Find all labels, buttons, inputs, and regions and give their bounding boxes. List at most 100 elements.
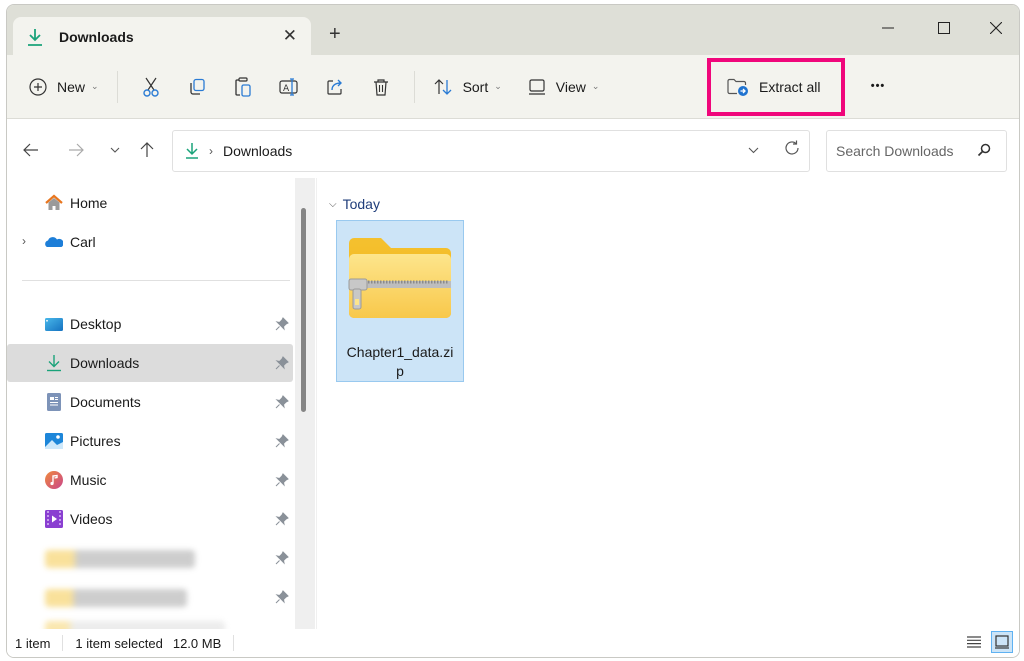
more-options-button[interactable]: ••• bbox=[863, 71, 893, 101]
address-bar[interactable]: › Downloads bbox=[172, 130, 810, 172]
sidebar-item-pictures[interactable]: Pictures bbox=[7, 422, 293, 460]
details-view-button[interactable] bbox=[963, 631, 985, 653]
tab-title: Downloads bbox=[59, 29, 134, 45]
item-count: 1 item bbox=[15, 635, 51, 651]
search-button[interactable] bbox=[977, 143, 991, 160]
tab-downloads[interactable]: Downloads ✕ bbox=[13, 17, 311, 57]
sidebar-divider bbox=[22, 280, 290, 281]
navigation-bar: › Downloads bbox=[7, 120, 1019, 178]
download-icon bbox=[28, 29, 42, 46]
chevron-right-icon[interactable]: › bbox=[22, 234, 26, 248]
cut-icon bbox=[142, 77, 159, 97]
sidebar-item-downloads[interactable]: Downloads bbox=[7, 344, 293, 382]
back-button[interactable] bbox=[19, 138, 43, 162]
group-header-today[interactable]: ⌵ Today bbox=[329, 196, 380, 212]
pin-icon[interactable] bbox=[275, 395, 289, 409]
zip-folder-icon bbox=[348, 238, 451, 318]
pin-icon[interactable] bbox=[275, 434, 289, 448]
sidebar-item-music[interactable]: Music bbox=[7, 461, 293, 499]
search-icon bbox=[977, 143, 991, 156]
sidebar-item-redacted[interactable] bbox=[7, 578, 293, 616]
sort-button[interactable]: Sort ⌄ bbox=[425, 68, 510, 106]
search-box[interactable] bbox=[826, 130, 1007, 172]
breadcrumb-downloads[interactable]: Downloads bbox=[223, 143, 292, 159]
chevron-down-icon: ⌄ bbox=[91, 81, 99, 91]
plus-circle-icon bbox=[29, 77, 47, 96]
minimize-icon bbox=[882, 27, 894, 29]
file-name: Chapter1_data.zip bbox=[346, 344, 454, 379]
pin-icon[interactable] bbox=[275, 473, 289, 487]
minimize-button[interactable] bbox=[865, 13, 911, 43]
sidebar-item-documents[interactable]: Documents bbox=[7, 383, 293, 421]
pictures-icon bbox=[45, 433, 63, 449]
sidebar-item-label: Documents bbox=[70, 394, 141, 410]
tiles-view-icon bbox=[995, 635, 1009, 649]
toolbar-divider bbox=[116, 70, 118, 103]
address-history-button[interactable] bbox=[748, 143, 759, 157]
arrow-left-icon bbox=[23, 143, 38, 157]
download-icon bbox=[186, 143, 198, 159]
file-explorer-window: Downloads ✕ + New ⌄ A Sort ⌄ View ⌄ Extr… bbox=[6, 4, 1020, 658]
close-tab-button[interactable]: ✕ bbox=[283, 26, 297, 46]
chevron-down-icon bbox=[748, 147, 759, 154]
music-icon bbox=[45, 471, 63, 489]
breadcrumb-separator-icon: › bbox=[209, 144, 213, 158]
onedrive-cloud-icon bbox=[45, 237, 63, 247]
pin-icon[interactable] bbox=[275, 512, 289, 526]
copy-button[interactable] bbox=[174, 68, 220, 106]
more-icon: ••• bbox=[870, 80, 886, 92]
sidebar-item-label: Home bbox=[70, 195, 108, 211]
file-item[interactable]: Chapter1_data.zip bbox=[336, 220, 464, 382]
status-divider bbox=[62, 635, 64, 651]
recent-locations-button[interactable] bbox=[103, 138, 127, 162]
home-icon bbox=[45, 194, 63, 210]
maximize-button[interactable] bbox=[921, 13, 967, 43]
scrollbar-thumb[interactable] bbox=[301, 208, 306, 412]
maximize-icon bbox=[938, 22, 950, 34]
paste-button[interactable] bbox=[220, 68, 266, 106]
sort-label: Sort bbox=[462, 78, 489, 95]
desktop-icon bbox=[45, 318, 63, 331]
view-button[interactable]: View ⌄ bbox=[520, 68, 608, 106]
sort-icon bbox=[434, 78, 452, 95]
extract-all-button[interactable]: Extract all bbox=[707, 58, 845, 116]
refresh-button[interactable] bbox=[783, 139, 801, 160]
copy-icon bbox=[189, 78, 205, 95]
up-button[interactable] bbox=[135, 138, 159, 162]
delete-button[interactable] bbox=[358, 68, 404, 106]
pin-icon[interactable] bbox=[275, 317, 289, 331]
search-input[interactable] bbox=[836, 143, 971, 159]
chevron-down-icon: ⌄ bbox=[591, 81, 600, 91]
close-icon bbox=[990, 22, 1002, 34]
sidebar-item-label: Music bbox=[70, 472, 107, 488]
toolbar-divider bbox=[413, 70, 415, 103]
redacted-folder bbox=[45, 550, 195, 568]
large-icons-view-button[interactable] bbox=[991, 631, 1013, 653]
sidebar-item-desktop[interactable]: Desktop bbox=[7, 305, 293, 343]
share-button[interactable] bbox=[312, 68, 358, 106]
sidebar-scrollbar[interactable] bbox=[295, 178, 315, 630]
forward-button[interactable] bbox=[64, 138, 88, 162]
close-window-button[interactable] bbox=[973, 13, 1019, 43]
arrow-right-icon bbox=[69, 143, 84, 157]
sidebar-item-videos[interactable]: Videos bbox=[7, 500, 293, 538]
new-tab-button[interactable]: + bbox=[329, 23, 341, 46]
sidebar-item-label: Carl bbox=[70, 234, 96, 250]
sidebar-item-carl[interactable]: › Carl bbox=[7, 223, 293, 261]
extract-folder-icon bbox=[727, 78, 748, 96]
pin-icon[interactable] bbox=[275, 356, 289, 370]
new-button[interactable]: New ⌄ bbox=[21, 68, 107, 106]
chevron-down-icon: ⌵ bbox=[329, 198, 337, 210]
videos-icon bbox=[45, 510, 63, 528]
sidebar-item-label: Downloads bbox=[70, 355, 140, 371]
details-view-icon bbox=[967, 636, 981, 648]
pin-icon[interactable] bbox=[275, 551, 289, 565]
pin-icon[interactable] bbox=[275, 590, 289, 604]
file-list-pane: ⌵ Today Chapter1_data.zip bbox=[317, 178, 1019, 630]
status-divider bbox=[233, 635, 235, 651]
cut-button[interactable] bbox=[128, 68, 174, 106]
sidebar-item-home[interactable]: Home bbox=[7, 184, 293, 222]
sidebar-item-redacted[interactable] bbox=[7, 539, 293, 577]
delete-icon bbox=[373, 78, 388, 96]
rename-button[interactable]: A bbox=[266, 68, 312, 106]
